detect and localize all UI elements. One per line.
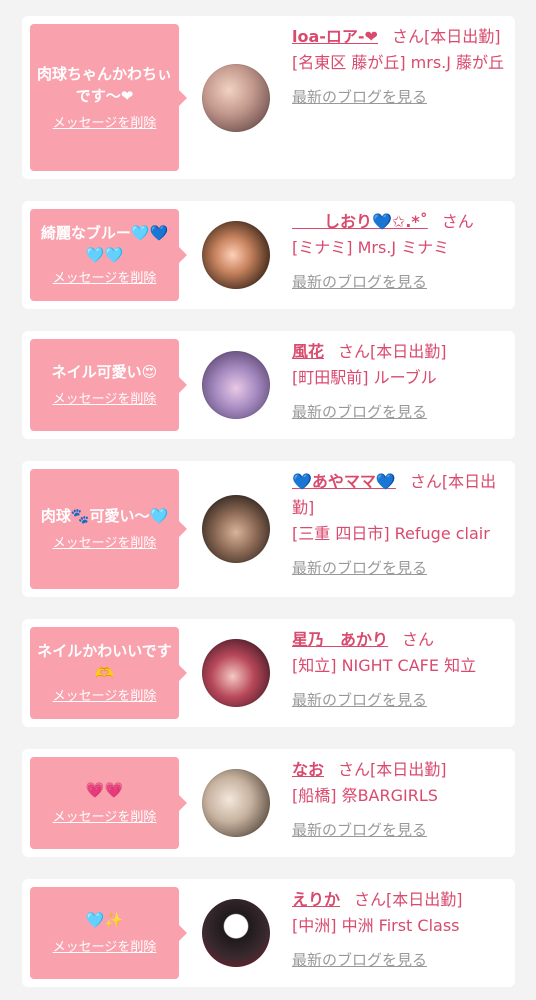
- message-bubble: ネイル可愛い😍 メッセージを削除: [30, 339, 187, 431]
- message-card: 肉球🐾可愛い〜🩵 メッセージを削除 💙あやママ💙 さん[本日出勤] [三重 四日市…: [22, 461, 515, 597]
- cast-avatar[interactable]: [202, 351, 270, 419]
- latest-blog-link[interactable]: 最新のブログを見る: [292, 557, 427, 579]
- shop-info: [中洲] 中洲 First Class: [292, 916, 460, 935]
- message-card: 🩵✨ メッセージを削除 えりか さん[本日出勤] [中洲] 中洲 First Cl…: [22, 879, 515, 987]
- cast-info: 星乃 あかり さん [知立] NIGHT CAFE 知立 最新のブログを見る: [292, 627, 506, 713]
- cast-avatar[interactable]: [202, 64, 270, 132]
- delete-message-link[interactable]: メッセージを削除: [53, 115, 157, 133]
- message-bubble: 肉球🐾可愛い〜🩵 メッセージを削除: [30, 469, 187, 589]
- cast-avatar[interactable]: [202, 769, 270, 837]
- cast-name-link[interactable]: しおり💙✩.*˚: [292, 212, 428, 231]
- latest-blog-link[interactable]: 最新のブログを見る: [292, 949, 427, 971]
- message-text: ネイルかわいいです🫶: [37, 642, 172, 682]
- cast-avatar[interactable]: [202, 495, 270, 563]
- cast-info: えりか さん[本日出勤] [中洲] 中洲 First Class 最新のブログを見…: [292, 887, 506, 973]
- shift-status: [本日出勤]: [386, 890, 463, 909]
- cast-name-link[interactable]: なお: [292, 760, 324, 779]
- latest-blog-link[interactable]: 最新のブログを見る: [292, 271, 427, 293]
- shop-info: [ミナミ] Mrs.J ミナミ: [292, 238, 450, 257]
- message-text: 🩵✨: [85, 911, 124, 929]
- message-bubble: ネイルかわいいです🫶 メッセージを削除: [30, 627, 187, 719]
- cast-name-link[interactable]: えりか: [292, 890, 340, 909]
- latest-blog-link[interactable]: 最新のブログを見る: [292, 401, 427, 423]
- message-card: 綺麗なブルー🩵💙🩵🩵 メッセージを削除 しおり💙✩.*˚ さん [ミナミ] Mrs…: [22, 201, 515, 309]
- latest-blog-link[interactable]: 最新のブログを見る: [292, 819, 427, 841]
- message-bubble: 綺麗なブルー🩵💙🩵🩵 メッセージを削除: [30, 209, 187, 301]
- cast-name-link[interactable]: 星乃 あかり: [292, 630, 388, 649]
- message-text: 肉球ちゃんかわちぃです〜❤: [36, 64, 172, 105]
- message-text: 💗💗: [85, 781, 124, 799]
- shop-info: [知立] NIGHT CAFE 知立: [292, 656, 477, 675]
- honorific-label: さん: [338, 760, 371, 779]
- delete-message-link[interactable]: メッセージを削除: [53, 939, 157, 957]
- shift-status: [本日出勤]: [370, 342, 447, 361]
- shop-info: [町田駅前] ルーブル: [292, 368, 437, 387]
- cast-info: しおり💙✩.*˚ さん [ミナミ] Mrs.J ミナミ 最新のブログを見る: [292, 209, 506, 295]
- latest-blog-link[interactable]: 最新のブログを見る: [292, 86, 427, 108]
- cast-info: なお さん[本日出勤] [船橋] 祭BARGIRLS 最新のブログを見る: [292, 757, 506, 843]
- cast-name-link[interactable]: loa-ロア-❤: [292, 27, 378, 46]
- cast-info: loa-ロア-❤ さん[本日出勤] [名東区 藤が丘] mrs.J 藤が丘 最新の…: [292, 24, 506, 110]
- cast-avatar[interactable]: [202, 899, 270, 967]
- honorific-label: さん: [441, 212, 474, 231]
- delete-message-link[interactable]: メッセージを削除: [53, 809, 157, 827]
- honorific-label: さん: [354, 890, 387, 909]
- shop-info: [名東区 藤が丘] mrs.J 藤が丘: [292, 53, 505, 72]
- message-text: ネイル可愛い😍: [51, 363, 158, 381]
- honorific-label: さん: [402, 630, 435, 649]
- cast-name-link[interactable]: 💙あやママ💙: [292, 472, 396, 491]
- message-text: 肉球🐾可愛い〜🩵: [40, 507, 169, 525]
- cast-avatar[interactable]: [202, 221, 270, 289]
- message-list: 肉球ちゃんかわちぃです〜❤ メッセージを削除 loa-ロア-❤ さん[本日出勤] …: [0, 0, 536, 1000]
- delete-message-link[interactable]: メッセージを削除: [53, 535, 157, 553]
- message-card: ネイルかわいいです🫶 メッセージを削除 星乃 あかり さん [知立] NIGHT …: [22, 619, 515, 727]
- shift-status: [本日出勤]: [423, 27, 501, 46]
- message-bubble: 🩵✨ メッセージを削除: [30, 887, 187, 979]
- cast-avatar[interactable]: [202, 639, 270, 707]
- honorific-label: さん: [391, 27, 424, 46]
- shop-info: [船橋] 祭BARGIRLS: [292, 786, 438, 805]
- message-card: ネイル可愛い😍 メッセージを削除 風花 さん[本日出勤] [町田駅前] ルーブル …: [22, 331, 515, 439]
- message-card: 肉球ちゃんかわちぃです〜❤ メッセージを削除 loa-ロア-❤ さん[本日出勤] …: [22, 16, 515, 179]
- delete-message-link[interactable]: メッセージを削除: [53, 688, 157, 706]
- message-text: 綺麗なブルー🩵💙🩵🩵: [40, 224, 169, 264]
- shop-info: [三重 四日市] Refuge clair: [292, 524, 490, 543]
- cast-info: 風花 さん[本日出勤] [町田駅前] ルーブル 最新のブログを見る: [292, 339, 506, 425]
- delete-message-link[interactable]: メッセージを削除: [53, 270, 157, 288]
- message-bubble: 肉球ちゃんかわちぃです〜❤ メッセージを削除: [30, 24, 187, 171]
- cast-info: 💙あやママ💙 さん[本日出勤] [三重 四日市] Refuge clair 最新の…: [292, 469, 506, 581]
- message-card: 💗💗 メッセージを削除 なお さん[本日出勤] [船橋] 祭BARGIRLS 最新…: [22, 749, 515, 857]
- latest-blog-link[interactable]: 最新のブログを見る: [292, 689, 427, 711]
- message-bubble: 💗💗 メッセージを削除: [30, 757, 187, 849]
- delete-message-link[interactable]: メッセージを削除: [53, 391, 157, 409]
- honorific-label: さん: [409, 472, 442, 491]
- honorific-label: さん: [338, 342, 371, 361]
- cast-name-link[interactable]: 風花: [292, 342, 324, 361]
- shift-status: [本日出勤]: [370, 760, 447, 779]
